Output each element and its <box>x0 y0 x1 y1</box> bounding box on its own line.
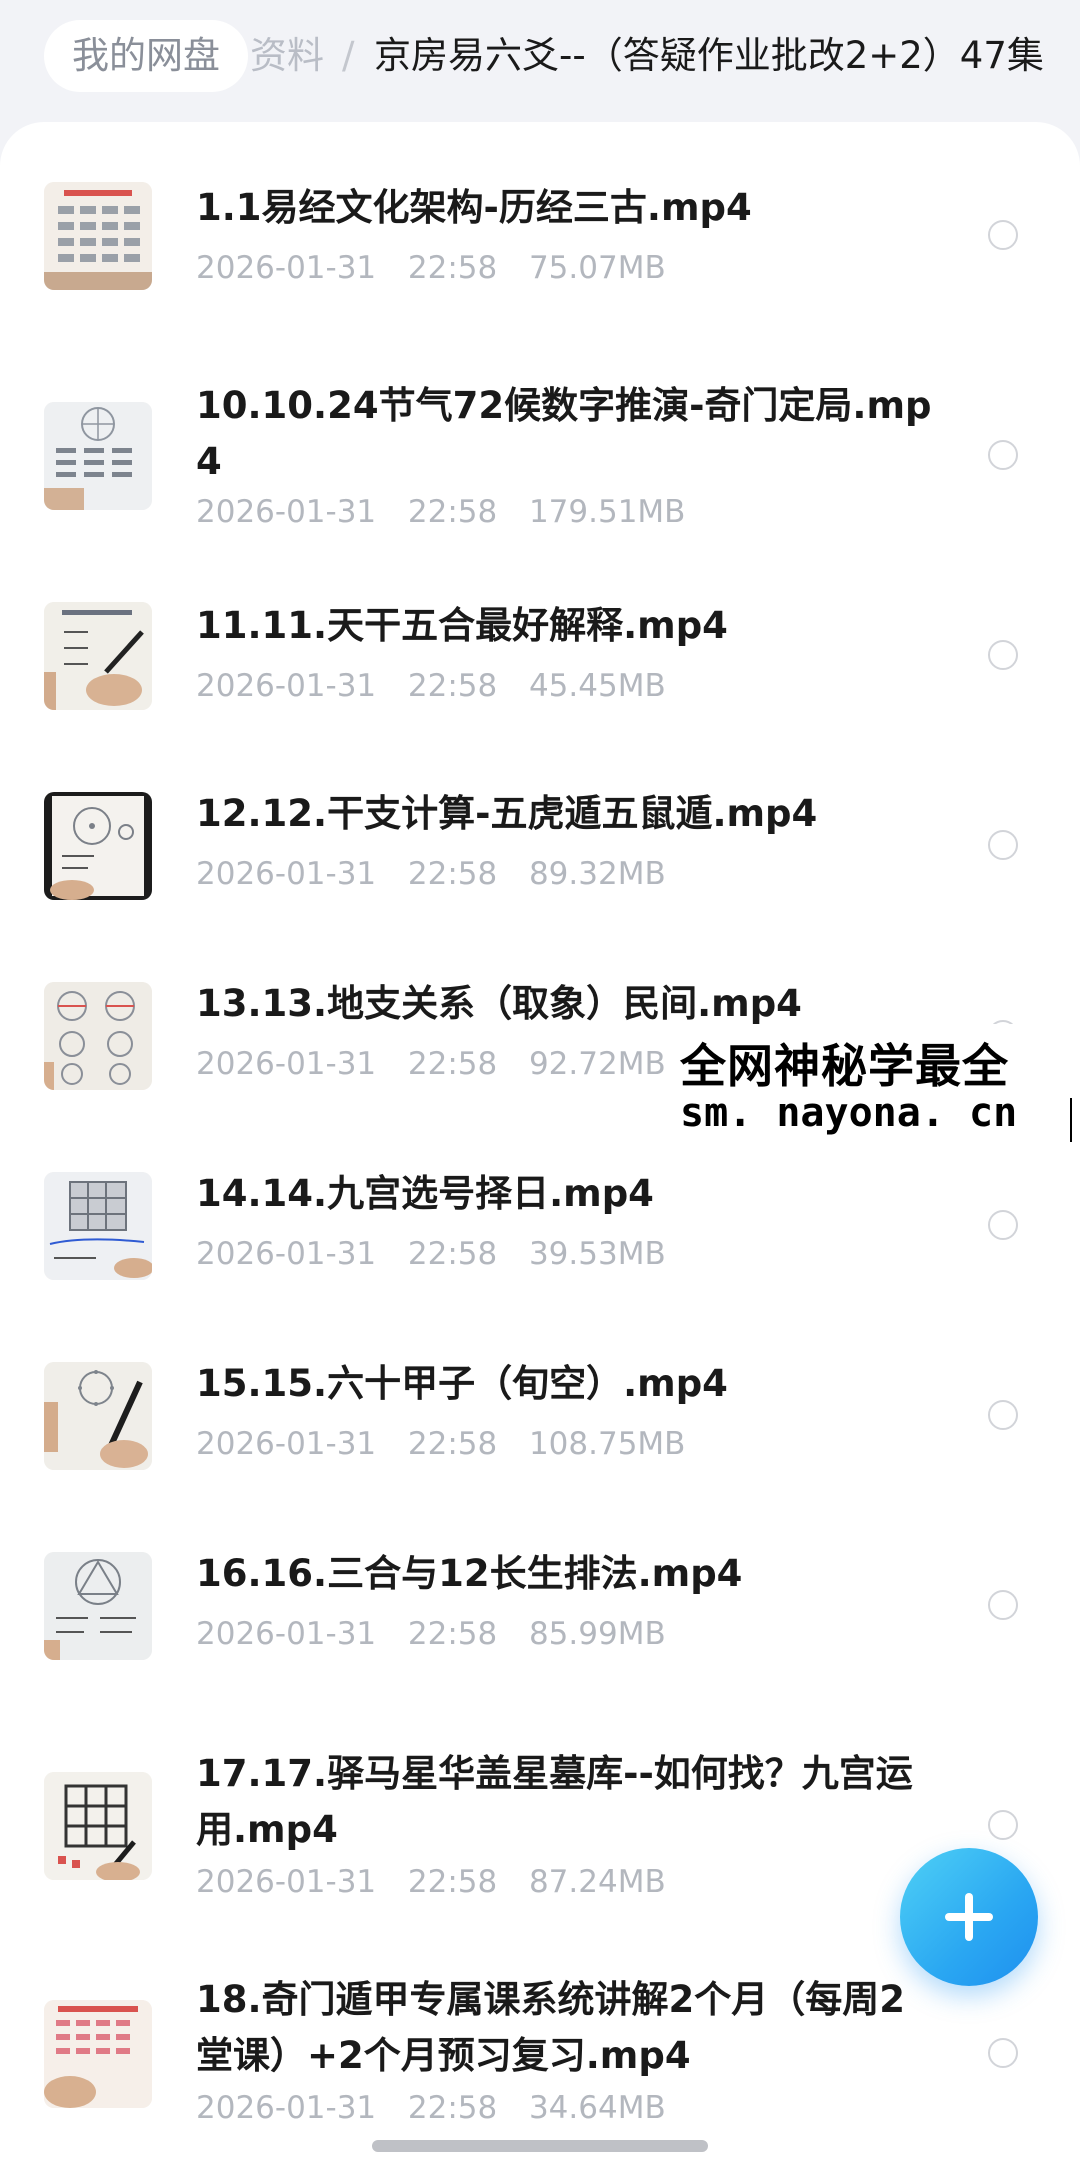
file-size: 34.64MB <box>528 2090 666 2126</box>
file-row[interactable]: 11.11.天干五合最好解释.mp4 2026-01-31 22:58 45.4… <box>0 572 1080 762</box>
select-radio[interactable] <box>988 440 1018 470</box>
file-date: 2026-01-31 <box>196 1046 377 1082</box>
file-row[interactable]: 10.10.24节气72候数字推演-奇门定局.mp4 2026-01-31 22… <box>0 342 1080 572</box>
file-name: 1.1易经文化架构-历经三古.mp4 <box>196 186 752 229</box>
watermark-title: 全网神秘学最全 <box>680 1039 1009 1093</box>
file-date: 2026-01-31 <box>196 856 377 892</box>
video-thumbnail-wheel-icon <box>44 982 152 1090</box>
file-meta: 2026-01-31 22:58 85.99MB <box>196 1614 936 1654</box>
file-name: 14.14.九宫选号择日.mp4 <box>196 1172 654 1215</box>
file-size: 45.45MB <box>528 668 666 704</box>
file-meta: 2026-01-31 22:58 39.53MB <box>196 1234 936 1274</box>
file-size: 108.75MB <box>528 1426 686 1462</box>
watermark-url: sm. nayona. cn <box>680 1090 1018 1136</box>
file-time: 22:58 <box>407 1616 498 1652</box>
file-date: 2026-01-31 <box>196 1864 377 1900</box>
select-radio[interactable] <box>988 1210 1018 1240</box>
file-date: 2026-01-31 <box>196 1616 377 1652</box>
file-date: 2026-01-31 <box>196 250 377 286</box>
video-thumbnail-chart-icon <box>44 2000 152 2108</box>
file-name: 17.17.驿马星华盖星墓库--如何找？九宫运用.mp4 <box>196 1752 913 1851</box>
file-meta: 2026-01-31 22:58 89.32MB <box>196 854 936 894</box>
file-date: 2026-01-31 <box>196 668 377 704</box>
file-size: 89.32MB <box>528 856 666 892</box>
file-meta: 2026-01-31 22:58 87.24MB <box>196 1862 936 1902</box>
file-time: 22:58 <box>407 1236 498 1272</box>
file-time: 22:58 <box>407 1046 498 1082</box>
file-time: 22:58 <box>407 856 498 892</box>
breadcrumb-current-folder: 京房易六爻--（答疑作业批改2+2）47集 <box>374 34 1044 77</box>
home-indicator[interactable] <box>372 2140 708 2152</box>
file-date: 2026-01-31 <box>196 494 377 530</box>
breadcrumb: 我的网盘 资料 / 京房易六爻--（答疑作业批改2+2）47集 <box>0 0 1080 118</box>
file-date: 2026-01-31 <box>196 1426 377 1462</box>
file-time: 22:58 <box>407 250 498 286</box>
file-name: 18.奇门遁甲专属课系统讲解2个月（每周2堂课）+2个月预习复习.mp4 <box>196 1978 906 2077</box>
file-name: 10.10.24节气72候数字推演-奇门定局.mp4 <box>196 384 932 483</box>
file-size: 85.99MB <box>528 1616 666 1652</box>
select-radio[interactable] <box>988 1810 1018 1840</box>
file-name: 16.16.三合与12长生排法.mp4 <box>196 1552 743 1595</box>
add-button[interactable] <box>900 1848 1038 1986</box>
file-row[interactable]: 1.1易经文化架构-历经三古.mp4 2026-01-31 22:58 75.0… <box>0 122 1080 342</box>
text-caret <box>1070 1098 1072 1142</box>
file-row[interactable]: 15.15.六十甲子（旬空）.mp4 2026-01-31 22:58 108.… <box>0 1332 1080 1522</box>
breadcrumb-parent-folder[interactable]: 资料 <box>250 20 324 92</box>
file-time: 22:58 <box>407 668 498 704</box>
video-thumbnail-wheel-icon <box>44 792 152 900</box>
file-time: 22:58 <box>407 1426 498 1462</box>
file-time: 22:58 <box>407 1864 498 1900</box>
file-meta: 2026-01-31 22:58 179.51MB <box>196 492 936 532</box>
file-size: 92.72MB <box>528 1046 666 1082</box>
video-thumbnail-chart-icon <box>44 182 152 290</box>
file-size: 75.07MB <box>528 250 666 286</box>
file-name: 15.15.六十甲子（旬空）.mp4 <box>196 1362 728 1405</box>
video-thumbnail-grid-icon <box>44 1772 152 1880</box>
select-radio[interactable] <box>988 830 1018 860</box>
file-date: 2026-01-31 <box>196 2090 377 2126</box>
select-radio[interactable] <box>988 2038 1018 2068</box>
file-row[interactable]: 16.16.三合与12长生排法.mp4 2026-01-31 22:58 85.… <box>0 1522 1080 1712</box>
select-radio[interactable] <box>988 220 1018 250</box>
video-thumbnail-wheel-icon <box>44 1362 152 1470</box>
select-radio[interactable] <box>988 640 1018 670</box>
breadcrumb-separator: / <box>342 34 355 77</box>
select-radio[interactable] <box>988 1590 1018 1620</box>
video-thumbnail-triangle-icon <box>44 1552 152 1660</box>
breadcrumb-root[interactable]: 我的网盘 <box>44 20 248 92</box>
file-date: 2026-01-31 <box>196 1236 377 1272</box>
file-name: 11.11.天干五合最好解释.mp4 <box>196 604 728 647</box>
select-radio[interactable] <box>988 1400 1018 1430</box>
watermark: 全网神秘学最全 sm. nayona. cn <box>676 1024 1080 1148</box>
video-thumbnail-chart-icon <box>44 402 152 510</box>
video-thumbnail-handwriting-icon <box>44 602 152 710</box>
file-time: 22:58 <box>407 2090 498 2126</box>
file-name: 12.12.干支计算-五虎遁五鼠遁.mp4 <box>196 792 818 835</box>
file-size: 87.24MB <box>528 1864 666 1900</box>
file-meta: 2026-01-31 22:58 45.45MB <box>196 666 936 706</box>
file-meta: 2026-01-31 22:58 34.64MB <box>196 2088 936 2128</box>
file-meta: 2026-01-31 22:58 75.07MB <box>196 248 936 288</box>
plus-icon <box>945 1893 993 1941</box>
file-row[interactable]: 12.12.干支计算-五虎遁五鼠遁.mp4 2026-01-31 22:58 8… <box>0 762 1080 952</box>
file-list: 1.1易经文化架构-历经三古.mp4 2026-01-31 22:58 75.0… <box>0 122 1080 2176</box>
file-size: 179.51MB <box>528 494 686 530</box>
video-thumbnail-grid-icon <box>44 1172 152 1280</box>
file-meta: 2026-01-31 22:58 108.75MB <box>196 1424 936 1464</box>
file-row[interactable]: 14.14.九宫选号择日.mp4 2026-01-31 22:58 39.53M… <box>0 1142 1080 1332</box>
file-size: 39.53MB <box>528 1236 666 1272</box>
file-time: 22:58 <box>407 494 498 530</box>
